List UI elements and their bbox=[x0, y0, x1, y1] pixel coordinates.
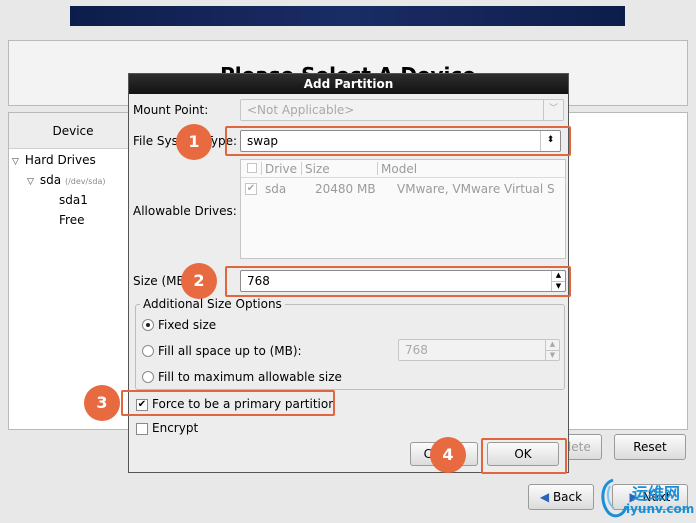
device-column-header[interactable]: Device bbox=[9, 113, 137, 149]
additional-size-options: Additional Size Options Fixed size Fill … bbox=[135, 297, 565, 390]
fill-upto-radio[interactable] bbox=[142, 345, 154, 357]
back-button[interactable]: ◀ Back bbox=[528, 484, 594, 510]
encrypt-checkbox[interactable] bbox=[136, 423, 148, 435]
annotation-badge-4: 4 bbox=[430, 437, 466, 473]
chevron-down-icon: ﹀ bbox=[543, 100, 563, 120]
fixed-size-radio[interactable] bbox=[142, 319, 154, 331]
device-path: (/dev/sda) bbox=[64, 177, 106, 186]
column-drive[interactable]: Drive bbox=[265, 162, 297, 176]
fixed-size-label[interactable]: Fixed size bbox=[158, 318, 216, 332]
drives-table[interactable]: Drive Size Model ✔ sda 20480 MB VMware, … bbox=[240, 159, 566, 259]
expand-arrow-icon[interactable]: ▽ bbox=[12, 157, 19, 167]
reset-button[interactable]: Reset bbox=[614, 434, 686, 460]
watermark-swirl-icon bbox=[601, 478, 628, 518]
highlight-size bbox=[225, 266, 571, 297]
fill-max-radio[interactable] bbox=[142, 371, 154, 383]
spin-arrows-icon[interactable]: ▲ ▼ bbox=[545, 340, 559, 360]
drives-table-header: Drive Size Model bbox=[241, 160, 565, 178]
fill-upto-spinbox[interactable]: 768 ▲ ▼ bbox=[398, 339, 560, 361]
tree-item-sda1[interactable]: sda1 bbox=[59, 191, 88, 209]
annotation-badge-3: 3 bbox=[84, 385, 120, 421]
watermark-line2: iyunv.com bbox=[626, 502, 695, 516]
select-all-checkbox[interactable] bbox=[247, 163, 257, 173]
fill-max-label[interactable]: Fill to maximum allowable size bbox=[158, 370, 342, 384]
top-banner bbox=[70, 6, 625, 26]
dialog-title: Add Partition bbox=[129, 74, 568, 94]
encrypt-label[interactable]: Encrypt bbox=[152, 421, 198, 435]
column-model[interactable]: Model bbox=[381, 162, 417, 176]
mount-point-combo[interactable]: <Not Applicable> ﹀ bbox=[240, 99, 564, 121]
mount-point-label: Mount Point: bbox=[133, 103, 209, 117]
fill-upto-label[interactable]: Fill all space up to (MB): bbox=[158, 344, 302, 358]
tree-item-free[interactable]: Free bbox=[59, 211, 84, 229]
tree-item-sda[interactable]: ▽ sda (/dev/sda) bbox=[27, 171, 106, 189]
table-row[interactable]: ✔ sda 20480 MB VMware, VMware Virtual S bbox=[241, 180, 565, 198]
highlight-fs-type bbox=[225, 126, 571, 156]
annotation-badge-1: 1 bbox=[176, 124, 212, 160]
highlight-force-primary bbox=[121, 390, 335, 416]
allowable-drives-label: Allowable Drives: bbox=[133, 204, 237, 218]
watermark-line1: 运维网 bbox=[632, 484, 681, 503]
watermark-logo: 运维网 iyunv.com bbox=[596, 476, 695, 520]
expand-arrow-icon[interactable]: ▽ bbox=[27, 177, 34, 187]
highlight-ok bbox=[481, 438, 567, 474]
additional-size-options-legend: Additional Size Options bbox=[140, 297, 285, 311]
annotation-badge-2: 2 bbox=[181, 263, 217, 299]
column-size[interactable]: Size bbox=[305, 162, 330, 176]
back-arrow-icon: ◀ bbox=[539, 490, 550, 504]
tree-item-hard-drives[interactable]: ▽ Hard Drives bbox=[12, 151, 96, 169]
drive-checkbox[interactable]: ✔ bbox=[245, 183, 257, 195]
